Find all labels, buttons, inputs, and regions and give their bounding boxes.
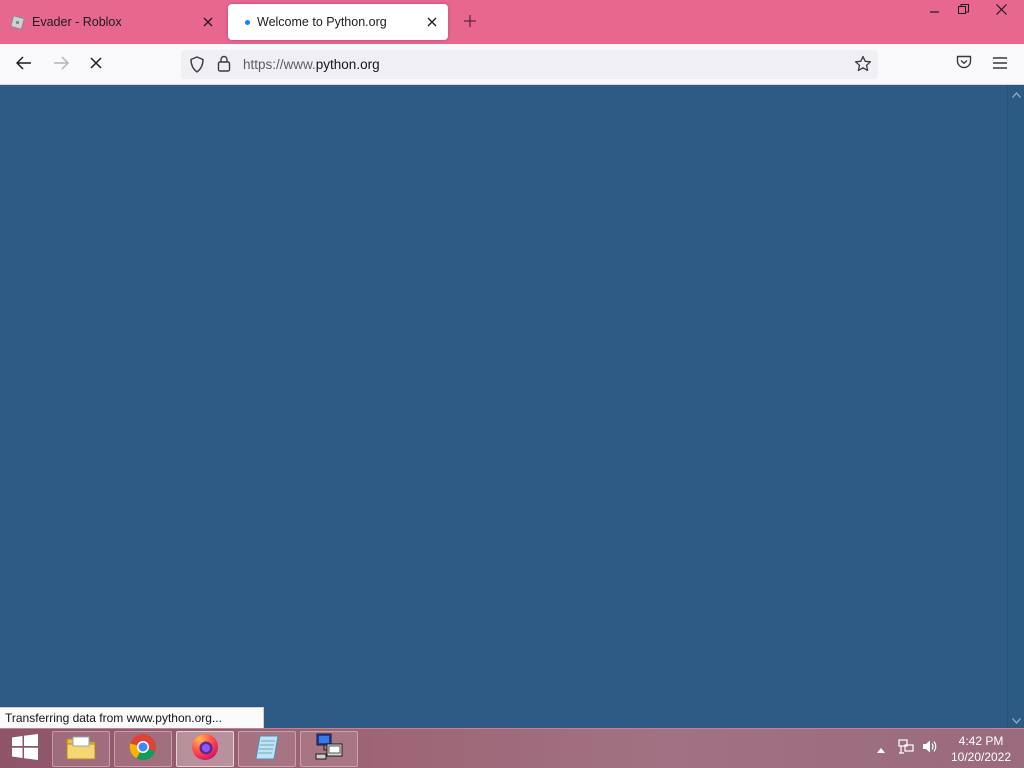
roblox-icon (10, 14, 25, 30)
pocket-icon (956, 55, 972, 75)
back-arrow-icon (15, 55, 32, 75)
stop-loading-button[interactable] (82, 51, 110, 79)
network-setup-icon (313, 732, 345, 767)
volume-icon (922, 739, 938, 759)
lock-icon[interactable] (217, 55, 231, 77)
stop-loading-icon (90, 56, 102, 74)
scroll-up-button[interactable] (1008, 85, 1024, 102)
url-domain: python.org (315, 57, 380, 72)
tab-title: Evader - Roblox (32, 15, 122, 29)
tab-close-icon[interactable] (197, 11, 219, 33)
scroll-down-arrow-icon (1012, 711, 1021, 729)
taskbar: 4:42 PM 10/20/2022 (0, 728, 1024, 768)
firefox-icon (190, 732, 220, 767)
windows-logo-icon (11, 733, 39, 766)
taskbar-firefox[interactable] (176, 731, 234, 767)
volume-tray-button[interactable] (920, 729, 940, 768)
taskbar-network-setup[interactable] (300, 731, 358, 767)
tab-close-icon[interactable] (421, 11, 443, 33)
tab-welcome-python[interactable]: Welcome to Python.org (228, 4, 448, 40)
tab-evader-roblox[interactable]: Evader - Roblox (0, 4, 224, 40)
url-text[interactable]: https://www.python.org (243, 57, 380, 72)
hamburger-menu-icon (993, 56, 1007, 74)
shield-icon[interactable] (189, 56, 205, 78)
clock-date: 10/20/2022 (950, 750, 1012, 764)
taskbar-chrome[interactable] (114, 731, 172, 767)
show-hidden-icons-arrow (877, 740, 885, 758)
network-tray-button[interactable] (896, 729, 916, 768)
app-menu-button[interactable] (986, 51, 1014, 79)
address-bar[interactable]: https://www.python.org (181, 50, 878, 79)
close-icon (995, 2, 1007, 20)
restore-icon (957, 2, 969, 20)
navigation-toolbar: https://www.python.org (0, 44, 1024, 85)
url-prefix: https://www. (243, 57, 316, 72)
taskbar-notepad[interactable] (238, 731, 296, 767)
minimize-icon (930, 2, 940, 20)
taskbar-file-explorer[interactable] (52, 731, 110, 767)
pocket-button[interactable] (950, 51, 978, 79)
back-button[interactable] (10, 51, 38, 79)
restore-button[interactable] (946, 0, 980, 22)
loading-indicator-icon (245, 19, 250, 25)
star-icon[interactable] (854, 55, 872, 78)
show-hidden-icons-button[interactable] (874, 729, 888, 768)
notepad-icon (252, 732, 282, 767)
vertical-scrollbar[interactable] (1007, 85, 1024, 728)
scroll-up-arrow-icon (1012, 85, 1021, 103)
chrome-icon (128, 732, 158, 767)
scroll-down-button[interactable] (1008, 711, 1024, 728)
network-icon (898, 739, 914, 759)
tab-title: Welcome to Python.org (257, 15, 387, 29)
system-clock[interactable]: 4:42 PM 10/20/2022 (944, 733, 1018, 765)
forward-arrow-icon (53, 55, 70, 75)
new-tab-button[interactable] (459, 12, 481, 34)
status-panel: Transferring data from www.python.org... (0, 707, 264, 728)
start-button[interactable] (4, 731, 46, 767)
clock-time: 4:42 PM (958, 734, 1004, 748)
page-content-area[interactable] (0, 85, 1007, 728)
close-window-button[interactable] (978, 0, 1024, 22)
forward-button[interactable] (47, 51, 75, 79)
tab-strip: Evader - Roblox Welcome to Python.org (0, 0, 1024, 44)
file-explorer-icon (65, 733, 97, 766)
plus-icon (464, 14, 476, 32)
